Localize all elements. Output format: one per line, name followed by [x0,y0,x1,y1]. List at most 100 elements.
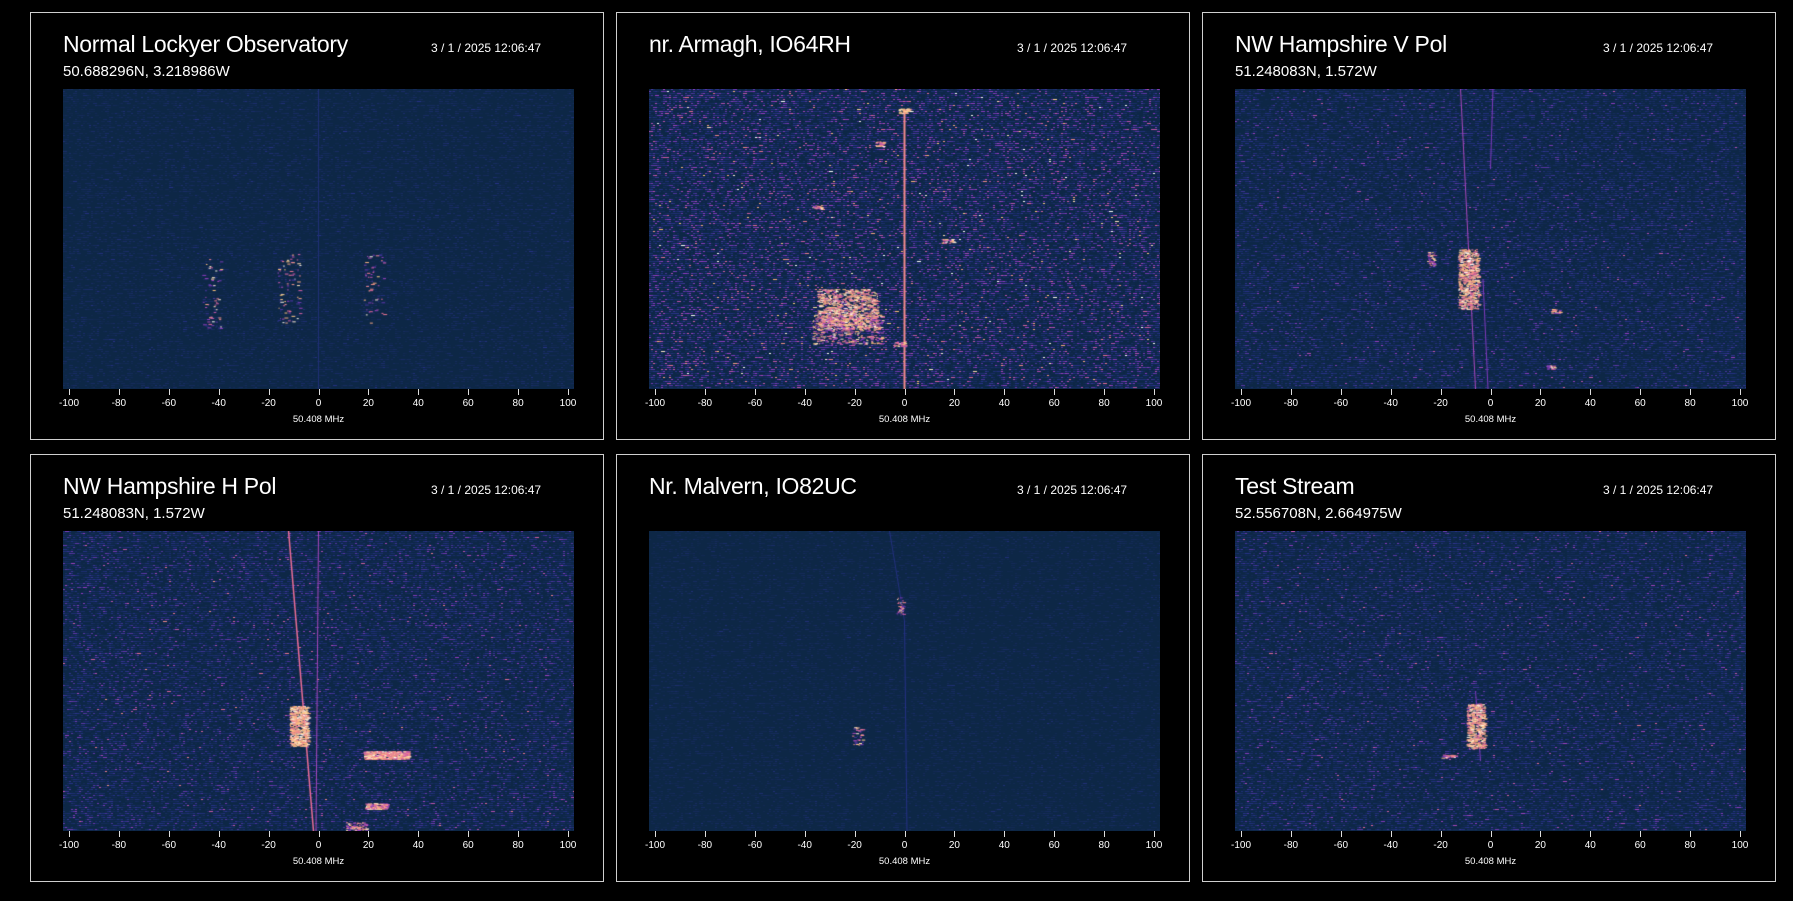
axis-tick-label: 60 [1634,398,1646,409]
panel-timestamp: 3 / 1 / 2025 12:06:47 [1603,41,1714,55]
axis-tick-label: 80 [1684,840,1696,851]
axis-tick-label: -80 [1283,840,1299,851]
axis-tick-label: -80 [111,398,127,409]
axis-tick [268,831,270,837]
axis-tick-label: -40 [1383,398,1398,409]
axis-tick-label: -100 [58,398,80,409]
spectrogram-canvas [649,531,1160,831]
axis-tick-label: 80 [1098,398,1110,409]
axis-tick [1740,831,1741,837]
axis-tick-label: -40 [1383,840,1398,851]
axis-tick [954,389,956,395]
axis-tick [954,831,956,837]
axis-tick-label: -60 [161,398,177,409]
axis-tick [1054,389,1056,395]
axis-tick-label: 0 [1487,840,1494,851]
axis-tick [468,831,470,837]
axis-tick-label: 40 [412,840,424,851]
center-frequency-label: 50.408 MHz [1464,414,1517,425]
axis-tick-label: 20 [362,840,374,851]
axis-tick [1154,831,1155,837]
axis-tick-label: -60 [747,398,763,409]
panel-armagh: nr. Armagh, IO64RH 3 / 1 / 2025 12:06:47… [616,12,1190,440]
panel-test: Test Stream 52.556708N, 2.664975W 3 / 1 … [1202,454,1776,882]
axis-tick [1590,389,1592,395]
axis-tick-label: 100 [1145,840,1163,851]
axis-tick-label: -40 [797,840,812,851]
panel-title: nr. Armagh, IO64RH [649,31,851,57]
axis-tick-label: 80 [512,398,524,409]
axis-tick [1490,831,1492,837]
axis-tick [1390,389,1392,395]
axis-tick [704,831,706,837]
axis-tick-label: -100 [644,398,666,409]
axis-tick [168,389,170,395]
axis-tick-label: -80 [1283,398,1299,409]
axis-tick [318,389,320,395]
axis-tick-label: -80 [111,840,127,851]
axis-tick [1054,831,1056,837]
center-frequency-label: 50.408 MHz [878,856,931,867]
axis-tick [118,389,120,395]
axis-tick [655,831,656,837]
axis-tick [268,389,270,395]
axis-tick-label: 40 [998,398,1010,409]
panel-timestamp: 3 / 1 / 2025 12:06:47 [1017,41,1128,55]
axis-tick [1154,389,1155,395]
axis-tick-label: 60 [1634,840,1646,851]
panel-title: NW Hampshire V Pol [1235,31,1447,57]
frequency-axis: -100 -80 -60 -40 -20 0 20 40 60 80 100 50.408 MHz [1203,389,1777,429]
axis-tick-label: -100 [644,840,666,851]
center-frequency-label: 50.408 MHz [292,856,345,867]
axis-tick [468,389,470,395]
axis-tick-label: 20 [1534,398,1546,409]
axis-tick [1340,831,1342,837]
axis-tick-label: 60 [1048,840,1060,851]
axis-tick [168,831,170,837]
axis-tick-label: -20 [1433,398,1448,409]
axis-tick-label: 60 [1048,398,1060,409]
frequency-axis: -100 -80 -60 -40 -20 0 20 40 60 80 100 50.408 MHz [1203,831,1777,871]
axis-tick [1241,831,1242,837]
axis-tick-label: -60 [1333,840,1349,851]
axis-tick-label: 0 [901,398,908,409]
axis-tick [1340,389,1342,395]
axis-tick [854,831,856,837]
axis-tick-label: -20 [1433,840,1448,851]
axis-tick-label: -100 [1230,840,1252,851]
spectrogram-canvas [649,89,1160,389]
axis-tick-label: 100 [559,398,577,409]
axis-tick-label: -80 [697,398,713,409]
axis-tick-label: 0 [315,840,322,851]
panel-coords: 50.688296N, 3.218986W [63,63,230,80]
axis-tick [1004,389,1006,395]
axis-tick-label: 40 [1584,398,1596,409]
axis-tick [1390,831,1392,837]
axis-tick [418,831,420,837]
axis-tick [655,389,656,395]
panel-coords: 51.248083N, 1.572W [1235,63,1377,80]
axis-tick [1740,389,1741,395]
axis-tick-label: 20 [1534,840,1546,851]
axis-tick [1640,831,1642,837]
panel-malvern: Nr. Malvern, IO82UC 3 / 1 / 2025 12:06:4… [616,454,1190,882]
axis-tick-label: -80 [697,840,713,851]
axis-tick [1290,389,1292,395]
axis-tick-label: 60 [462,398,474,409]
axis-tick [518,389,520,395]
axis-tick-label: 0 [901,840,908,851]
axis-tick-label: 0 [1487,398,1494,409]
axis-tick [69,831,70,837]
axis-tick-label: 100 [559,840,577,851]
axis-tick [1104,831,1106,837]
axis-tick [568,831,569,837]
axis-tick [1690,831,1692,837]
frequency-axis: -100 -80 -60 -40 -20 0 20 40 60 80 100 50.408 MHz [31,389,605,429]
axis-tick [1490,389,1492,395]
axis-tick-label: 100 [1145,398,1163,409]
axis-tick-label: -40 [797,398,812,409]
axis-tick-label: -60 [747,840,763,851]
center-frequency-label: 50.408 MHz [292,414,345,425]
axis-tick [69,389,70,395]
axis-tick-label: 20 [948,398,960,409]
